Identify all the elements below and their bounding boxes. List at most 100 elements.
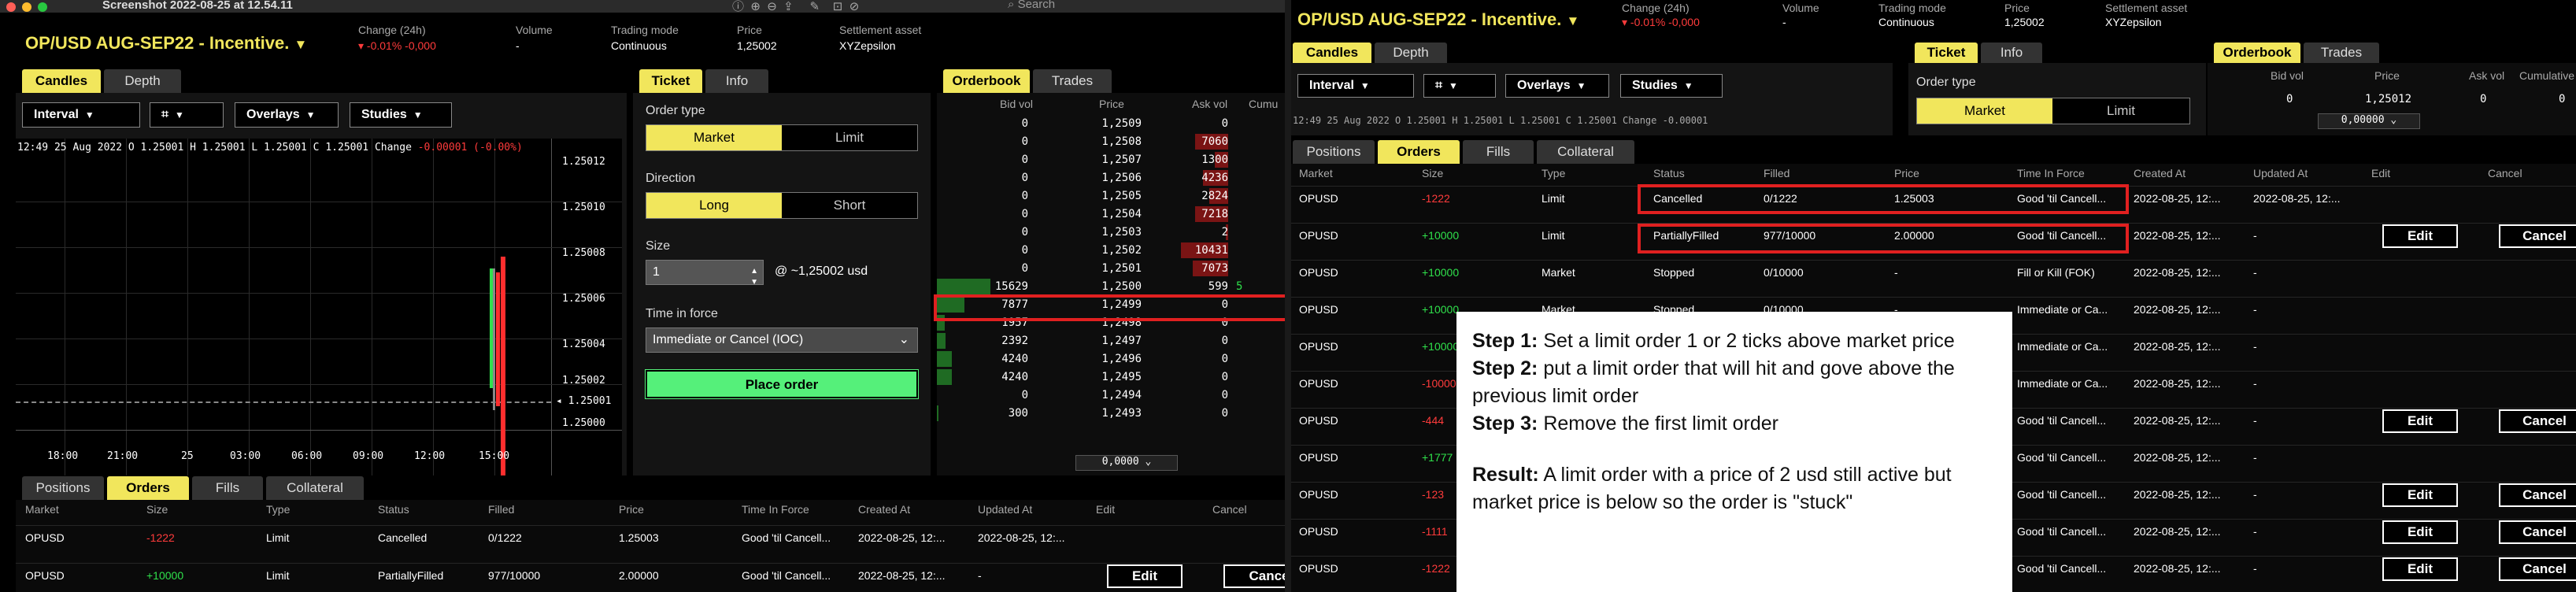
tab-orders[interactable]: Orders [1378,140,1460,164]
chart-type-dropdown[interactable]: ⌗ ▼ [150,102,224,128]
direction-long[interactable]: Long [646,193,782,218]
orderbook-row[interactable]: 0 1,2506 4236 [937,169,1268,187]
size-input[interactable]: 1 ▲ ▼ [646,260,764,287]
place-order-button[interactable]: Place order [645,369,919,399]
orderbook-row[interactable]: 0 1,2507 1300 [937,151,1268,169]
orderbook-row[interactable]: 0 1,2505 2824 [937,187,1268,205]
orders-header-updated-at: Updated At [978,503,1033,516]
ob-ask: 7060 [1201,135,1228,148]
orders-header-edit: Edit [2371,167,2391,179]
zoom-window-icon[interactable] [38,2,47,12]
orders-cell-tif: Fill or Kill (FOK) [2017,266,2095,279]
order-type-market[interactable]: Market [646,125,782,150]
ob-price: 1,2505 [1101,190,1142,202]
tab-depth[interactable]: Depth [104,69,181,93]
interval-dropdown[interactable]: Interval ▼ [1297,74,1414,98]
tab-collateral[interactable]: Collateral [266,476,364,500]
minimize-window-icon[interactable] [22,2,31,12]
edit-order-button[interactable]: Edit [2382,224,2458,248]
tab-depth[interactable]: Depth [1375,43,1447,63]
orders-cell-created: 2022-08-25, 12:... [2134,303,2221,316]
orderbook-row[interactable]: 0 1,2494 0 [937,387,1268,405]
tab-info[interactable]: Info [705,69,768,93]
orders-cell-size: +10000 [146,569,184,582]
direction-toggle[interactable]: Long Short [646,192,918,219]
market-selector[interactable]: OP/USD AUG-SEP22 - Incentive. ▼ [25,33,307,54]
overlays-dropdown[interactable]: Overlays ▼ [1505,74,1609,98]
tab-candles[interactable]: Candles [22,69,101,93]
edit-order-button[interactable]: Edit [2382,483,2458,507]
tab-trades[interactable]: Trades [2304,43,2379,63]
orderbook-row[interactable]: 0 1,2509 0 [937,115,1268,133]
tab-orderbook[interactable]: Orderbook [2214,43,2300,63]
tab-trades[interactable]: Trades [1033,69,1112,93]
ob-price: 1,2504 [1101,208,1142,220]
orderbook-row[interactable]: 0 1,2504 7218 [937,205,1268,224]
candlestick-chart[interactable]: 12:49 25 Aug 2022 O 1.25001 H 1.25001 L … [16,139,622,475]
orders-cell-updated: - [2253,525,2257,538]
direction-short[interactable]: Short [782,193,917,218]
market-selector[interactable]: OP/USD AUG-SEP22 - Incentive. ▼ [1297,9,1579,30]
cancel-order-button[interactable]: Cancel [2499,483,2576,507]
orders-cell-size: +10000 [1422,303,1460,316]
orderbook-row[interactable]: 4240 1,2495 0 [937,368,1268,387]
x-tick: 25 [181,450,194,462]
studies-dropdown[interactable]: Studies ▼ [350,102,452,128]
orderbook-row[interactable]: 0 1,2508 7060 [937,133,1268,151]
edit-order-button[interactable]: Edit [2382,520,2458,544]
tab-fills[interactable]: Fills [192,476,263,500]
orderbook-row[interactable]: 300 1,2493 0 [937,405,1268,423]
cancel-order-button[interactable]: Cancel [2499,224,2576,248]
cancel-order-button[interactable]: Cancel [2499,520,2576,544]
order-type-toggle[interactable]: Market Limit [646,124,918,151]
highlight-box-cancelled [1638,184,2129,214]
orderbook-row[interactable]: 0 1,2503 2 [937,224,1268,242]
tab-fills[interactable]: Fills [1463,140,1534,164]
ob-bid: 4240 [1001,353,1028,365]
orders-header-status: Status [378,503,409,516]
ob-ask: 0 [1221,371,1228,383]
cancel-order-button[interactable]: Cancel [2499,557,2576,581]
tab-candles[interactable]: Candles [1293,43,1371,63]
studies-dropdown[interactable]: Studies ▼ [1620,74,1723,98]
volume-stat: Volume - [516,24,553,52]
orderbook-row[interactable]: 0 1,2502 10431 [937,242,1268,260]
ob-resolution-select[interactable]: 0,00000 ⌄ [2318,113,2420,129]
orderbook-row[interactable]: 4240 1,2496 0 [937,350,1268,368]
close-window-icon[interactable] [6,2,16,12]
tab-collateral[interactable]: Collateral [1537,140,1634,164]
edit-order-button[interactable]: Edit [2382,557,2458,581]
chart-type-icon: ⌗ [1435,79,1443,92]
tab-positions[interactable]: Positions [1293,140,1375,164]
orderbook-row[interactable]: 15629 1,2500 599 5 [937,278,1268,296]
orders-header-market: Market [1299,167,1333,179]
orderbook-row[interactable]: 2392 1,2497 0 [937,332,1268,350]
time-in-force-select[interactable]: Immediate or Cancel (IOC) ⌄ [646,327,918,353]
ob-price: 1,2495 [1101,371,1142,383]
edit-order-button[interactable]: Edit [2382,409,2458,433]
tab-ticket[interactable]: Ticket [1915,43,1978,63]
orders-cell-created: 2022-08-25, 12:... [2134,377,2221,390]
tab-orders[interactable]: Orders [107,476,189,500]
chart-type-dropdown[interactable]: ⌗ ▼ [1423,74,1496,98]
search-field[interactable]: ⌕ Search [1008,0,1055,11]
tab-orderbook[interactable]: Orderbook [943,69,1030,93]
tab-positions[interactable]: Positions [22,476,104,500]
edit-order-button[interactable]: Edit [1107,564,1183,588]
y-tick: 1.25012 [562,156,605,168]
orders-header-created-at: Created At [858,503,911,516]
order-type-market[interactable]: Market [1917,98,2052,124]
cancel-order-button[interactable]: Cancel [2499,409,2576,433]
ob-resolution-select[interactable]: 0,0000 ⌄ [1075,455,1178,471]
tab-info[interactable]: Info [1981,43,2042,63]
interval-dropdown[interactable]: Interval ▼ [22,102,140,128]
orders-tabs: Positions Orders Fills Collateral [22,476,416,500]
order-type-limit[interactable]: Limit [782,125,917,150]
orders-cell-filled: 0/1222 [488,531,522,544]
tab-ticket[interactable]: Ticket [639,69,702,93]
overlays-dropdown[interactable]: Overlays ▼ [235,102,339,128]
order-type-limit[interactable]: Limit [2052,98,2189,124]
cancel-order-button[interactable]: Cance [1223,564,1285,588]
order-type-toggle[interactable]: Market Limit [1916,98,2190,124]
orderbook-row[interactable]: 0 1,2501 7073 [937,260,1268,278]
